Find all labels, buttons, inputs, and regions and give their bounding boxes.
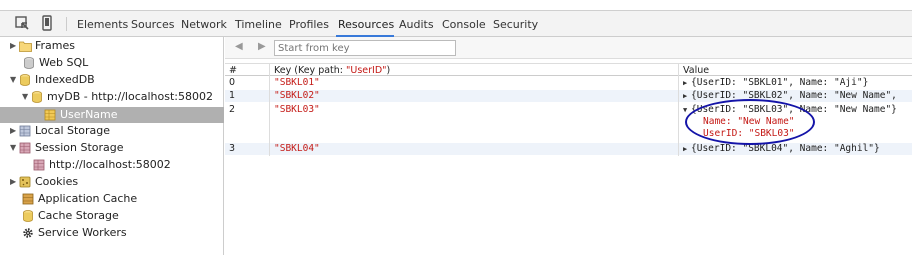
sidebar-item-label: UserName [60,108,118,121]
sidebar-item-web-sql[interactable]: Web SQL [23,55,88,71]
row-index: 0 [229,77,236,88]
row-index: 3 [229,143,236,154]
collapse-arrow-icon[interactable]: ▼ [10,72,19,88]
sidebar-item-label: Session Storage [35,141,124,154]
tab-resources[interactable]: Resources [338,18,394,31]
row-value[interactable]: ▶ {UserID: "SBKL04", Name: "Aghil"} [683,143,880,155]
column-divider [678,63,679,156]
expand-arrow-icon[interactable]: ▶ [10,174,19,190]
column-header-key[interactable]: Key (Key path: "UserID") [274,65,390,76]
sidebar-item-label: IndexedDB [35,73,95,86]
database-icon [31,91,44,103]
resources-sidebar: ▶ Frames Web SQL ▼ IndexedDB ▼ myDB - http:… [0,37,224,255]
tab-console[interactable]: Console [442,18,486,31]
sidebar-item-label: myDB - http://localhost:58002 [47,90,213,103]
sidebar-item-mydb[interactable]: ▼ myDB - http://localhost:58002 [22,89,213,105]
tab-network[interactable]: Network [181,18,227,31]
object-store-icon [44,109,57,121]
cookie-icon [19,176,32,188]
key-path: "UserID" [346,65,387,76]
sidebar-item-label: Cookies [35,175,79,188]
column-divider [269,63,270,156]
row-key: "SBKL02" [274,90,320,101]
sidebar-item-service-workers[interactable]: Service Workers [22,225,127,241]
storage-grid-icon [19,142,32,154]
row-key: "SBKL03" [274,104,320,115]
tab-audits[interactable]: Audits [399,18,434,31]
page-forward-icon[interactable]: ▶ [258,41,266,52]
key-header-suffix: ) [386,65,391,76]
tab-profiles[interactable]: Profiles [289,18,329,31]
database-icon [23,57,36,69]
sidebar-item-label: Application Cache [38,192,138,205]
collapse-arrow-icon[interactable]: ▼ [22,89,31,105]
tab-timeline[interactable]: Timeline [235,18,282,31]
column-header-index[interactable]: # [229,65,237,76]
table-row[interactable]: 1 "SBKL02" ▶ {UserID: "SBKL02", Name: "Ne… [225,90,912,102]
row-key: "SBKL01" [274,77,320,88]
sidebar-item-cache-storage[interactable]: Cache Storage [22,208,119,224]
page-back-icon[interactable]: ◀ [235,41,243,52]
row-value[interactable]: ▶ {UserID: "SBKL02", Name: "New Name", [683,90,897,102]
folder-icon [19,40,32,52]
sidebar-item-label: Service Workers [38,226,127,239]
device-mode-icon[interactable] [39,15,55,31]
sidebar-item-label: Web SQL [39,56,89,69]
sidebar-item-cookies[interactable]: ▶ Cookies [10,174,78,190]
row-value-text: {UserID: "SBKL01", Name: "Aji"} [691,77,869,88]
sidebar-item-frames[interactable]: ▶ Frames [10,38,75,54]
sidebar-item-indexeddb[interactable]: ▼ IndexedDB [10,72,95,88]
devtools-tab-bar: Elements Sources Network Timeline Profil… [0,10,912,37]
sidebar-item-application-cache[interactable]: Application Cache [22,191,137,207]
tab-security[interactable]: Security [493,18,538,31]
table-row[interactable]: 0 "SBKL01" ▶ {UserID: "SBKL01", Name: "Aj… [225,77,912,89]
gear-icon [22,227,35,239]
expand-arrow-icon[interactable]: ▶ [683,78,691,89]
column-header-value[interactable]: Value [683,65,709,76]
app-cache-icon [22,193,35,205]
collapse-arrow-icon[interactable]: ▼ [10,140,19,156]
row-value-text: {UserID: "SBKL04", Name: "Aghil"} [691,143,880,154]
sidebar-item-label: Cache Storage [38,209,119,222]
row-value[interactable]: ▶ {UserID: "SBKL01", Name: "Aji"} [683,77,868,89]
tab-sources[interactable]: Sources [131,18,175,31]
expand-arrow-icon[interactable]: ▶ [683,144,691,155]
key-header-prefix: Key (Key path: [274,65,347,76]
row-value-text: {UserID: "SBKL02", Name: "New Name", [691,90,897,101]
row-index: 2 [229,104,236,115]
indexeddb-data-view: ◀ ▶ # Key (Key path: "UserID") Value 0 "… [225,37,912,255]
sidebar-item-username[interactable]: UserName [44,107,118,123]
sidebar-item-label: Frames [35,39,76,52]
annotation-circle [685,99,815,145]
expand-arrow-icon[interactable]: ▶ [10,38,19,54]
storage-grid-icon [33,159,46,171]
toolbar-separator [66,17,67,31]
sidebar-item-label: Local Storage [35,124,111,137]
expand-arrow-icon[interactable]: ▶ [683,91,691,102]
start-from-key-input[interactable] [274,40,456,56]
sidebar-item-label: http://localhost:58002 [49,158,171,171]
row-key: "SBKL04" [274,143,320,154]
sidebar-item-session-storage[interactable]: ▼ Session Storage [10,140,124,156]
tab-elements[interactable]: Elements [77,18,128,31]
table-row[interactable]: 3 "SBKL04" ▶ {UserID: "SBKL04", Name: "Ag… [225,143,912,155]
storage-grid-icon [19,125,32,137]
sidebar-item-session-origin[interactable]: http://localhost:58002 [33,157,171,173]
sidebar-item-local-storage[interactable]: ▶ Local Storage [10,123,110,139]
inspect-element-icon[interactable] [14,15,30,31]
data-view-toolbar: ◀ ▶ [225,37,912,59]
expand-arrow-icon[interactable]: ▶ [10,123,19,139]
grid-header: # Key (Key path: "UserID") Value [225,63,912,76]
database-icon [19,74,32,86]
database-icon [22,210,35,222]
row-index: 1 [229,90,236,101]
